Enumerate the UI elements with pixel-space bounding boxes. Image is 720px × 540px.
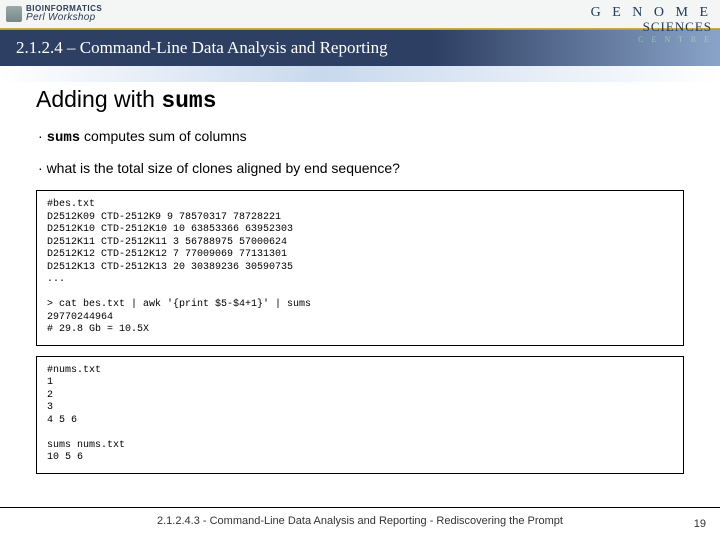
heading-code: sums xyxy=(161,88,216,114)
bullet-2-text: what is the total size of clones aligned… xyxy=(47,160,400,176)
bullet-1: sums computes sum of columns xyxy=(36,128,684,146)
logo-text: BIOINFORMATICS Perl Workshop xyxy=(26,5,102,23)
slide-body: Adding with sums sums computes sum of co… xyxy=(36,86,684,500)
heading-prefix: Adding with xyxy=(36,86,161,112)
bullet-1-text: computes sum of columns xyxy=(80,128,247,144)
code-block-2: #nums.txt 1 2 3 4 5 6 sums nums.txt 10 5… xyxy=(36,356,684,474)
workshop-logo: BIOINFORMATICS Perl Workshop xyxy=(6,5,102,23)
brand-right-line3: C E N T R E xyxy=(562,33,712,44)
section-title: 2.1.2.4 – Command-Line Data Analysis and… xyxy=(16,38,388,58)
bullet-2: what is the total size of clones aligned… xyxy=(36,160,684,176)
slide: BIOINFORMATICS Perl Workshop 2.1.2.4 – C… xyxy=(0,0,720,540)
slide-heading: Adding with sums xyxy=(36,86,684,114)
brand-right-line2: SCIENCES xyxy=(562,20,712,33)
code-block-1: #bes.txt D2512K09 CTD-2512K9 9 78570317 … xyxy=(36,190,684,346)
brand-right-line1: G E N O M E xyxy=(562,0,712,20)
bullet-1-code: sums xyxy=(47,130,81,146)
header-gradient xyxy=(0,66,720,82)
logo-line2: Perl Workshop xyxy=(26,13,102,23)
logo-icon xyxy=(6,6,22,22)
genome-sciences-brand: G E N O M E SCIENCES C E N T R E xyxy=(562,0,712,44)
footer-text: 2.1.2.4.3 - Command-Line Data Analysis a… xyxy=(0,512,720,540)
page-number: 19 xyxy=(694,518,706,530)
footer-divider xyxy=(0,507,720,508)
